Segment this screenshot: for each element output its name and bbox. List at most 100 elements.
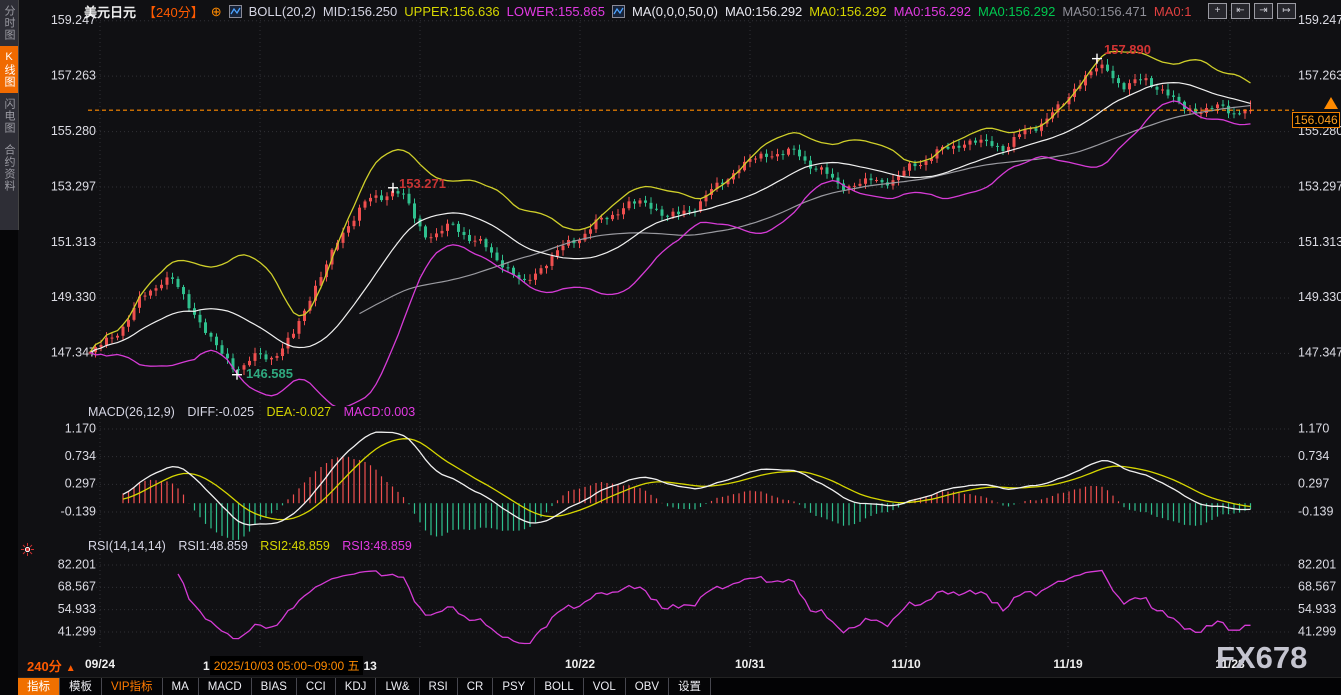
scroll-left-icon[interactable]: ⇤ (1231, 3, 1250, 19)
indicator-header: 美元日元 【240分】 ⊕ BOLL(20,2) MID:156.250 UPP… (84, 3, 1204, 20)
swing-high-label: 153.271 (399, 176, 446, 191)
ma-indicator-icon[interactable] (612, 5, 625, 18)
rsi1-value: RSI1:48.859 (178, 539, 248, 553)
swing-low-label: 146.585 (246, 366, 293, 381)
period-arrow-icon: ▲ (66, 663, 76, 674)
svg-text:155.280: 155.280 (51, 124, 96, 138)
toolbar-indicators-button[interactable]: 指标 (18, 678, 60, 695)
time-axis: 240分▲ 09/24 10/22 10/31 11/10 11/19 11/2… (0, 652, 1341, 677)
svg-text:149.330: 149.330 (51, 290, 96, 304)
rsi-name: RSI(14,14,14) (88, 539, 166, 553)
toolbar-settings-button[interactable]: 设置 (669, 678, 711, 695)
ma-label: MA(0,0,0,50,0) (632, 4, 718, 19)
sidebar: 分时图 K线图 闪电图 合约资料 (0, 0, 19, 230)
window-controls: + ⇤ ⇥ ↦ (1208, 3, 1296, 19)
trading-app-window: 159.247159.247157.263157.263155.280155.2… (0, 0, 1341, 695)
svg-text:-0.139: -0.139 (61, 504, 96, 518)
sidebar-item-flash-chart[interactable]: 闪电图 (0, 93, 18, 139)
sidebar-item-kline-chart[interactable]: K线图 (0, 46, 18, 93)
toolbar-rsi-button[interactable]: RSI (420, 678, 458, 695)
svg-text:147.347: 147.347 (1298, 346, 1341, 360)
period-text: 240分 (27, 659, 62, 674)
toolbar-psy-button[interactable]: PSY (493, 678, 535, 695)
axis-date: 10/31 (735, 657, 765, 671)
toolbar-ma-button[interactable]: MA (163, 678, 199, 695)
sidebar-item-contract-info[interactable]: 合约资料 (0, 139, 18, 197)
toolbar-bias-button[interactable]: BIAS (252, 678, 297, 695)
alert-burst-icon[interactable] (21, 543, 34, 561)
axis-date: 11/19 (1053, 657, 1082, 671)
svg-text:1.170: 1.170 (1298, 421, 1329, 435)
macd-macd-value: MACD:0.003 (344, 405, 416, 419)
svg-text:157.263: 157.263 (1298, 68, 1341, 82)
toolbar-vip-indicators-button[interactable]: VIP指标 (102, 678, 163, 695)
svg-text:0.734: 0.734 (1298, 449, 1329, 463)
svg-text:0.734: 0.734 (65, 449, 96, 463)
ma0-red-value: MA0:1 (1154, 4, 1192, 19)
sidebar-spacer (0, 230, 18, 695)
svg-text:153.297: 153.297 (51, 179, 96, 193)
toolbar-kdj-button[interactable]: KDJ (336, 678, 377, 695)
svg-text:153.297: 153.297 (1298, 179, 1341, 193)
link-icon[interactable]: ⊕ (211, 4, 222, 20)
axis-date: 10/22 (565, 657, 595, 671)
ma0-yellow-value: MA0:156.292 (809, 4, 886, 19)
svg-text:149.330: 149.330 (1298, 290, 1341, 304)
covered-date-fragment: 13 (363, 659, 376, 673)
svg-text:68.567: 68.567 (58, 580, 96, 594)
fx678-watermark: FX678 (1216, 640, 1307, 676)
toolbar-cr-button[interactable]: CR (458, 678, 494, 695)
toolbar-boll-button[interactable]: BOLL (535, 678, 583, 695)
boll-lower-value: LOWER:155.865 (507, 4, 605, 19)
svg-text:159.247: 159.247 (1298, 13, 1341, 27)
tooltip-text: 2025/10/03 05:00~09:00 五 (210, 656, 364, 675)
svg-text:54.933: 54.933 (1298, 602, 1336, 616)
svg-text:151.313: 151.313 (1298, 235, 1341, 249)
macd-diff-value: DIFF:-0.025 (187, 405, 254, 419)
macd-dea-value: DEA:-0.027 (267, 405, 332, 419)
toolbar-obv-button[interactable]: OBV (626, 678, 669, 695)
toolbar-template-button[interactable]: 模板 (60, 678, 102, 695)
boll-indicator-icon[interactable] (229, 5, 242, 18)
sidebar-item-time-chart[interactable]: 分时图 (0, 0, 18, 46)
ma0-magenta-value: MA0:156.292 (894, 4, 971, 19)
svg-text:41.299: 41.299 (58, 624, 96, 638)
boll-mid-value: MID:156.250 (323, 4, 397, 19)
last-price-badge: 156.046 (1292, 112, 1340, 128)
toolbar-lw-button[interactable]: LW& (376, 678, 419, 695)
chart-canvas[interactable]: 159.247159.247157.263157.263155.280155.2… (0, 0, 1341, 652)
svg-text:-0.139: -0.139 (1298, 504, 1333, 518)
symbol-name: 美元日元 (84, 3, 136, 20)
ma0-white-value: MA0:156.292 (725, 4, 802, 19)
axis-date: 11/10 (891, 657, 920, 671)
scroll-right-icon[interactable]: ⇥ (1254, 3, 1273, 19)
pan-icon[interactable]: + (1208, 3, 1227, 19)
period-badge[interactable]: 【240分】 (143, 3, 204, 20)
rsi2-value: RSI2:48.859 (260, 539, 330, 553)
peak-high-label: 157.890 (1104, 42, 1151, 57)
svg-text:157.263: 157.263 (51, 68, 96, 82)
svg-text:1.170: 1.170 (65, 421, 96, 435)
toolbar-vol-button[interactable]: VOL (584, 678, 626, 695)
ma50-value: MA50:156.471 (1062, 4, 1147, 19)
boll-upper-value: UPPER:156.636 (404, 4, 499, 19)
period-selector[interactable]: 240分 ▲ (27, 656, 76, 675)
svg-text:0.297: 0.297 (65, 477, 96, 491)
svg-text:68.567: 68.567 (1298, 580, 1336, 594)
toolbar-cci-button[interactable]: CCI (297, 678, 336, 695)
detach-icon[interactable]: ↦ (1277, 3, 1296, 19)
toolbar-macd-button[interactable]: MACD (199, 678, 252, 695)
bottom-toolbar: 指标 模板 VIP指标 MA MACD BIAS CCI KDJ LW& RSI… (18, 677, 1341, 695)
svg-text:82.201: 82.201 (58, 557, 96, 571)
rsi3-value: RSI3:48.859 (342, 539, 412, 553)
macd-header: MACD(26,12,9) DIFF:-0.025 DEA:-0.027 MAC… (88, 405, 424, 419)
svg-text:54.933: 54.933 (58, 602, 96, 616)
boll-label: BOLL(20,2) (249, 4, 316, 19)
bar-time-tooltip: 1 2025/10/03 05:00~09:00 五 13 (203, 656, 377, 675)
rsi-header: RSI(14,14,14) RSI1:48.859 RSI2:48.859 RS… (88, 539, 421, 553)
svg-text:82.201: 82.201 (1298, 557, 1336, 571)
axis-date: 09/24 (85, 657, 115, 671)
ma0-green-value: MA0:156.292 (978, 4, 1055, 19)
macd-name: MACD(26,12,9) (88, 405, 175, 419)
svg-text:41.299: 41.299 (1298, 624, 1336, 638)
